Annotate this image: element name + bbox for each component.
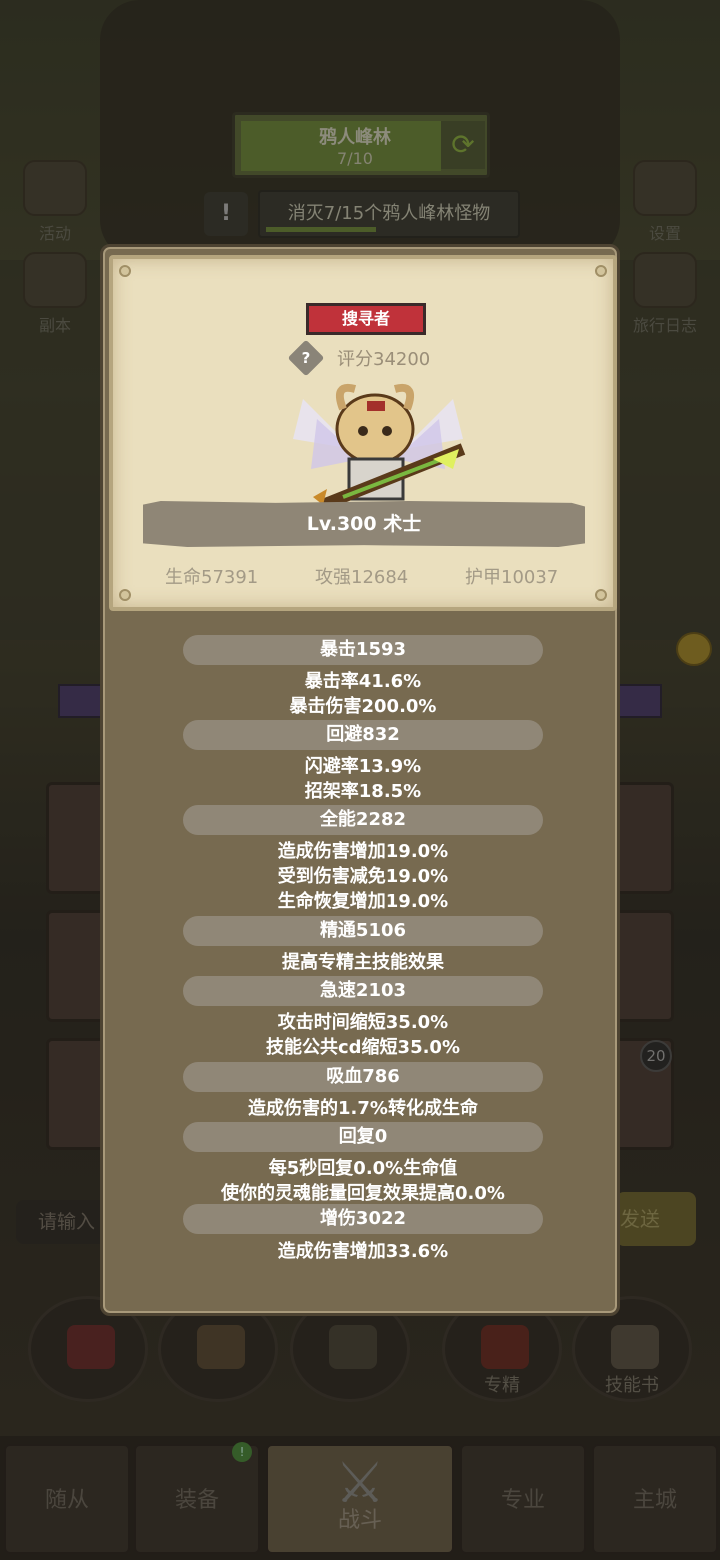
score-value: 评分34200 bbox=[337, 349, 431, 370]
corner-rivet bbox=[595, 265, 607, 277]
score-row: ? 评分34200 bbox=[287, 339, 453, 377]
stat-detail: 暴击伤害200.0% bbox=[289, 696, 437, 717]
character-card: 搜寻者 ? 评分34200 Lv.300 术士 生命57391 攻强12684 … bbox=[109, 255, 617, 611]
role-badge: 搜寻者 bbox=[306, 303, 426, 335]
corner-rivet bbox=[119, 589, 131, 601]
avoidance-header: 回避832 bbox=[183, 720, 543, 750]
character-stats-popup: 搜寻者 ? 评分34200 Lv.300 术士 生命57391 攻强12684 … bbox=[100, 244, 620, 1316]
health-stat: 生命57391 bbox=[165, 567, 259, 588]
armor-stat: 护甲10037 bbox=[465, 567, 559, 588]
help-icon[interactable]: ? bbox=[287, 339, 325, 377]
stat-detail: 受到伤害减免19.0% bbox=[277, 866, 449, 887]
stat-detail: 生命恢复增加19.0% bbox=[277, 891, 449, 912]
versatility-header: 全能2282 bbox=[183, 805, 543, 835]
stat-detail: 闪避率13.9% bbox=[304, 756, 422, 777]
stat-detail: 每5秒回复0.0%生命值 bbox=[268, 1158, 458, 1179]
stat-detail: 招架率18.5% bbox=[304, 781, 422, 802]
hero-portrait bbox=[293, 384, 466, 511]
stat-detail: 造成伤害增加19.0% bbox=[277, 841, 449, 862]
character-name-level: Lv.300 术士 bbox=[143, 501, 585, 547]
stat-detail: 造成伤害的1.7%转化成生命 bbox=[248, 1098, 478, 1119]
stat-detail: 造成伤害增加33.6% bbox=[277, 1241, 449, 1262]
lifesteal-header: 吸血786 bbox=[183, 1062, 543, 1092]
stat-detail: 攻击时间缩短35.0% bbox=[277, 1012, 449, 1033]
attack-power-stat: 攻强12684 bbox=[315, 567, 409, 588]
crit-header: 暴击1593 bbox=[183, 635, 543, 665]
regen-header: 回复0 bbox=[183, 1122, 543, 1152]
corner-rivet bbox=[595, 589, 607, 601]
stat-detail: 使你的灵魂能量回复效果提高0.0% bbox=[221, 1183, 505, 1204]
stat-detail: 提高专精主技能效果 bbox=[282, 952, 444, 973]
damage-bonus-header: 增伤3022 bbox=[183, 1204, 543, 1234]
haste-header: 急速2103 bbox=[183, 976, 543, 1006]
corner-rivet bbox=[119, 265, 131, 277]
stat-detail: 暴击率41.6% bbox=[304, 671, 422, 692]
mastery-header: 精通5106 bbox=[183, 916, 543, 946]
stat-detail: 技能公共cd缩短35.0% bbox=[265, 1037, 460, 1058]
